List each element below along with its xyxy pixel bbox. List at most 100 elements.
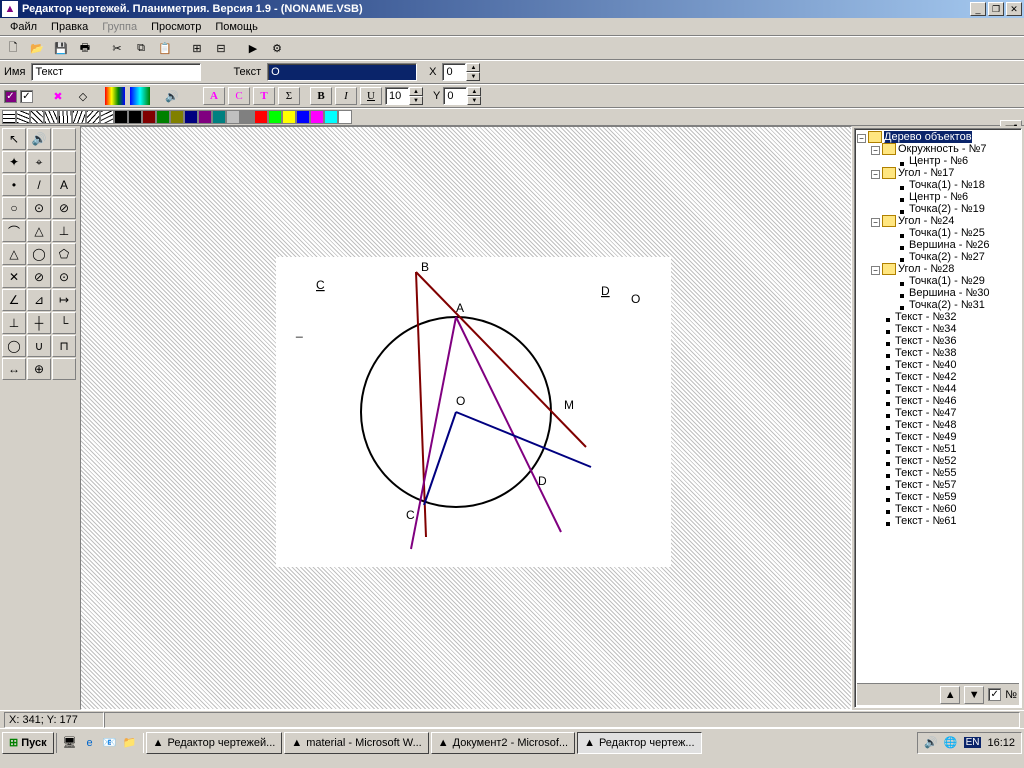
group-button[interactable]: ⊞ — [186, 38, 208, 58]
tool-button-17[interactable]: ⬠ — [52, 243, 76, 265]
pattern-swatch[interactable] — [72, 110, 86, 124]
ql-desktop-icon[interactable]: 🖥 — [61, 733, 79, 753]
tool-button-16[interactable]: ◯ — [27, 243, 51, 265]
fontsize-spinner[interactable]: ▲▼ — [385, 87, 423, 105]
pattern-swatch[interactable] — [44, 110, 58, 124]
color-swatch[interactable] — [198, 110, 212, 124]
pattern-swatch[interactable] — [16, 110, 30, 124]
color-swatch[interactable] — [128, 110, 142, 124]
tray-network-icon[interactable]: 🌐 — [944, 736, 958, 749]
ql-ie-icon[interactable]: e — [81, 733, 99, 753]
language-indicator[interactable]: EN — [964, 737, 982, 748]
tool-button-18[interactable]: ✕ — [2, 266, 26, 288]
tool-button-9[interactable]: ○ — [2, 197, 26, 219]
tool-button-32[interactable] — [52, 358, 76, 380]
tool-button-19[interactable]: ⊘ — [27, 266, 51, 288]
fontsize-value[interactable] — [385, 87, 409, 105]
tool-button-13[interactable]: △ — [27, 220, 51, 242]
tool-button-23[interactable]: ↦ — [52, 289, 76, 311]
task-button[interactable]: ▲Редактор чертежей... — [146, 732, 283, 754]
tool-button-15[interactable]: △ — [2, 243, 26, 265]
minimize-button[interactable]: _ — [970, 2, 986, 16]
tool-button-28[interactable]: ∪ — [27, 335, 51, 357]
tool-button-29[interactable]: ⊓ — [52, 335, 76, 357]
color-swatch[interactable] — [184, 110, 198, 124]
check-visible[interactable]: ✓ — [4, 90, 17, 103]
object-tree[interactable]: −Дерево объектов−Окружность - №7Центр - … — [857, 131, 1019, 527]
x-spinner[interactable]: ▲▼ — [442, 63, 480, 81]
color-swatch[interactable] — [240, 110, 254, 124]
tree-down-button[interactable]: ▼ — [964, 686, 984, 704]
y-down[interactable]: ▼ — [467, 96, 481, 105]
color-a-button[interactable]: A — [203, 87, 225, 105]
text-t-button[interactable]: T — [253, 87, 275, 105]
tool-button-30[interactable]: ↔ — [2, 358, 26, 380]
tool-button-24[interactable]: ⊥ — [2, 312, 26, 334]
maximize-button[interactable]: ❐ — [988, 2, 1004, 16]
tool-button-14[interactable]: ⊥ — [52, 220, 76, 242]
menu-edit[interactable]: Правка — [45, 20, 94, 34]
color-swatch[interactable] — [212, 110, 226, 124]
tool-button-8[interactable]: A — [52, 174, 76, 196]
task-button[interactable]: ▲Редактор чертеж... — [577, 732, 701, 754]
x-value[interactable] — [442, 63, 466, 81]
tool-button-21[interactable]: ∠ — [2, 289, 26, 311]
color-swatch[interactable] — [282, 110, 296, 124]
tool-button-6[interactable]: • — [2, 174, 26, 196]
pattern-swatch[interactable] — [2, 110, 16, 124]
color-swatch[interactable] — [296, 110, 310, 124]
tool-button-4[interactable]: ⌖ — [27, 151, 51, 173]
color-swatch[interactable] — [156, 110, 170, 124]
tool-button-10[interactable]: ⊙ — [27, 197, 51, 219]
gradient1-button[interactable] — [104, 86, 126, 106]
menu-help[interactable]: Помощь — [209, 20, 264, 34]
pattern-swatch[interactable] — [30, 110, 44, 124]
ql-explorer-icon[interactable]: 📁 — [121, 733, 139, 753]
color-swatch[interactable] — [226, 110, 240, 124]
tool-button-27[interactable]: ◯ — [2, 335, 26, 357]
new-button[interactable]: 🗋 — [2, 38, 24, 58]
y-spinner[interactable]: ▲▼ — [443, 87, 481, 105]
tool-button-1[interactable]: 🔊 — [27, 128, 51, 150]
tree-check[interactable]: ✓ — [988, 688, 1001, 701]
tool-button-22[interactable]: ⊿ — [27, 289, 51, 311]
task-button[interactable]: ▲Документ2 - Microsof... — [431, 732, 575, 754]
color-swatch[interactable] — [142, 110, 156, 124]
tool-button-5[interactable] — [52, 151, 76, 173]
color-swatch[interactable] — [310, 110, 324, 124]
name-field[interactable] — [31, 63, 201, 81]
tool-button-26[interactable]: └ — [52, 312, 76, 334]
tool-button-3[interactable]: ✦ — [2, 151, 26, 173]
speaker-button[interactable]: 🔊 — [161, 86, 183, 106]
cut-button[interactable]: ✂ — [106, 38, 128, 58]
color-c-button[interactable]: C — [228, 87, 250, 105]
underline-button[interactable]: U — [360, 87, 382, 105]
x-down[interactable]: ▼ — [466, 72, 480, 81]
canvas[interactable]: B A M O D C C D O _ — [80, 126, 852, 710]
tool-button-20[interactable]: ⊙ — [52, 266, 76, 288]
start-button[interactable]: ⊞ Пуск — [2, 732, 54, 754]
y-up[interactable]: ▲ — [467, 87, 481, 96]
settings-button[interactable]: ⚙ — [266, 38, 288, 58]
check-2[interactable]: ✓ — [20, 90, 33, 103]
menu-file[interactable]: Файл — [4, 20, 43, 34]
print-button[interactable]: 🖶 — [74, 38, 96, 58]
tool-button-7[interactable]: / — [27, 174, 51, 196]
brush-button[interactable]: ◇ — [72, 86, 94, 106]
save-button[interactable]: 💾 — [50, 38, 72, 58]
task-button[interactable]: ▲material - Microsoft W... — [284, 732, 428, 754]
pattern-swatch[interactable] — [58, 110, 72, 124]
copy-button[interactable]: ⧉ — [130, 38, 152, 58]
menu-view[interactable]: Просмотр — [145, 20, 207, 34]
open-button[interactable]: 📂 — [26, 38, 48, 58]
y-value[interactable] — [443, 87, 467, 105]
color-swatch[interactable] — [170, 110, 184, 124]
paste-button[interactable]: 📋 — [154, 38, 176, 58]
erase-button[interactable]: ✖ — [47, 86, 69, 106]
tool-button-0[interactable]: ↖ — [2, 128, 26, 150]
color-swatch[interactable] — [254, 110, 268, 124]
ql-outlook-icon[interactable]: 📧 — [101, 733, 119, 753]
italic-button[interactable]: I — [335, 87, 357, 105]
text-field[interactable] — [267, 63, 417, 81]
tool-button-25[interactable]: ┼ — [27, 312, 51, 334]
